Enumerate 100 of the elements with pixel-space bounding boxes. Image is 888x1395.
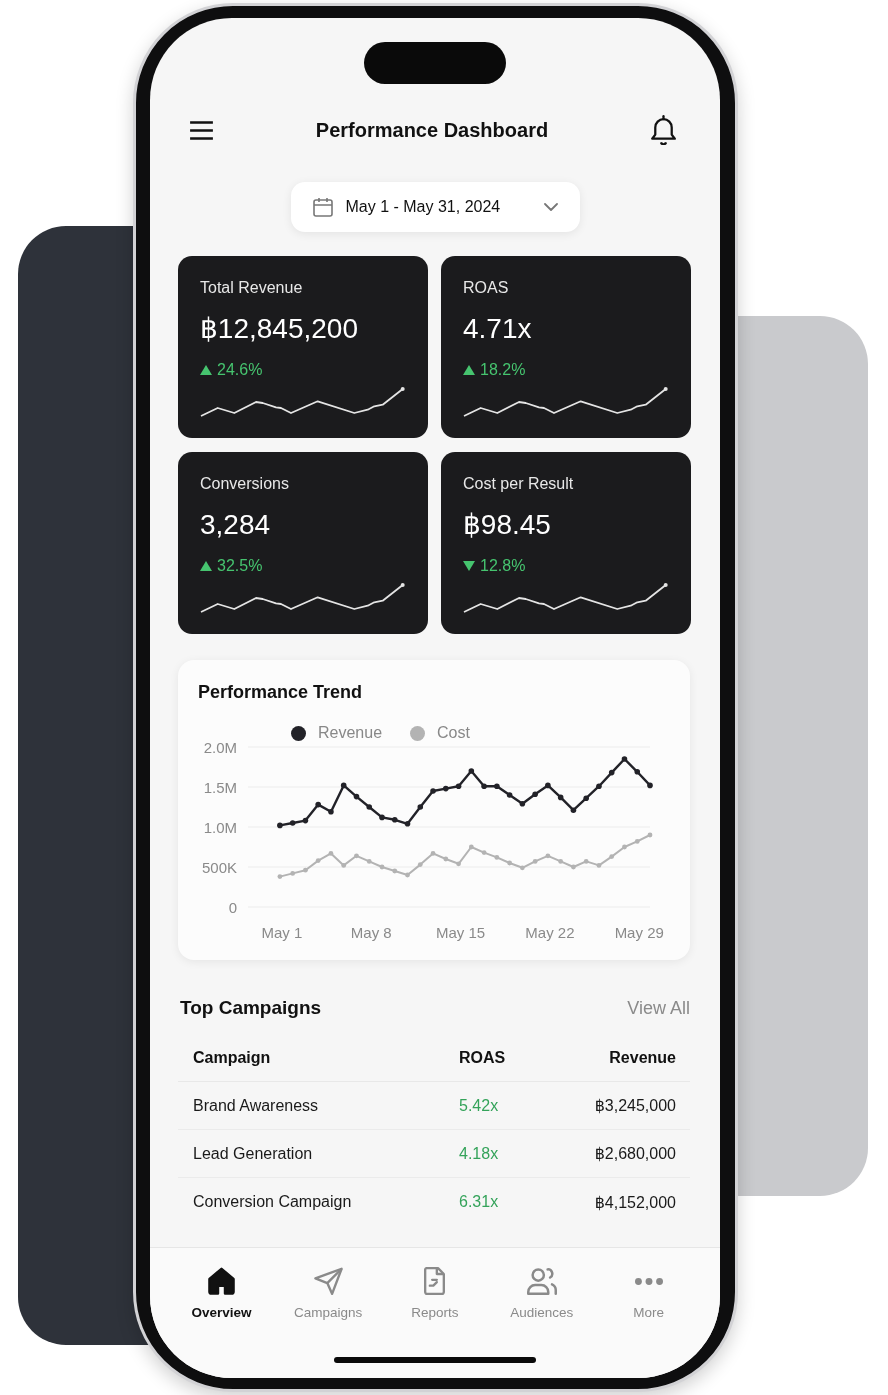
data-point (290, 871, 296, 876)
data-point (468, 768, 475, 774)
nav-tab[interactable]: Campaigns (274, 1248, 382, 1321)
data-point (596, 863, 602, 868)
legend-label: Revenue (318, 724, 383, 742)
data-point (289, 820, 296, 826)
data-point (328, 851, 334, 856)
kpi-change: 12.8% (480, 556, 526, 576)
data-point (315, 858, 321, 863)
kpi-label: ROAS (463, 278, 509, 298)
data-point (328, 809, 334, 815)
kpi-change: 24.6% (217, 360, 263, 380)
kpi-value: ฿12,845,200 (200, 312, 358, 346)
data-point (621, 756, 628, 762)
data-point (392, 868, 398, 874)
column-header: Revenue (609, 1048, 676, 1067)
x-axis-label: May 8 (350, 924, 392, 941)
nav-tab[interactable]: Reports (381, 1248, 489, 1321)
data-point (622, 844, 627, 850)
data-point (583, 859, 589, 864)
chart-title: Performance Trend (198, 681, 363, 704)
data-point (558, 859, 564, 864)
home-icon (207, 1267, 235, 1295)
data-point (608, 769, 615, 776)
data-point (532, 859, 538, 864)
data-point (417, 862, 423, 867)
x-axis-label: May 1 (261, 924, 303, 941)
menu-icon[interactable] (190, 120, 213, 140)
y-axis-label: 1.0M (203, 818, 237, 836)
data-point (583, 795, 589, 801)
data-point (405, 872, 410, 878)
kpi-label: Total Revenue (200, 278, 303, 298)
calendar-icon (312, 197, 333, 217)
table-cell: ฿2,680,000 (594, 1144, 676, 1163)
data-point (647, 782, 653, 789)
x-axis-label: May 15 (435, 924, 486, 941)
kpi-label: Cost per Result (463, 474, 574, 494)
data-point (494, 855, 500, 860)
data-point (634, 769, 641, 775)
data-point (366, 859, 372, 864)
data-point (303, 867, 308, 873)
data-point (379, 864, 385, 870)
section-title: Top Campaigns (180, 997, 322, 1019)
nav-tab[interactable]: Audiences (488, 1248, 596, 1321)
data-point (520, 865, 525, 871)
data-point (455, 783, 462, 789)
data-point (545, 853, 551, 859)
data-point (430, 788, 436, 794)
page-title: Performance Dashboard (315, 118, 549, 142)
nav-tab[interactable]: Overview (168, 1248, 275, 1321)
data-point (647, 832, 653, 838)
data-point (354, 853, 359, 859)
table-cell: ฿3,245,000 (594, 1096, 676, 1115)
data-point (302, 817, 309, 824)
data-point (596, 783, 602, 789)
data-point (443, 856, 449, 862)
data-point (519, 801, 526, 807)
data-point (379, 814, 385, 821)
table-cell: Lead Generation (193, 1144, 313, 1163)
data-point (353, 793, 360, 800)
people-icon (526, 1267, 557, 1295)
data-point (277, 822, 283, 829)
data-point (456, 861, 461, 867)
data-point (391, 817, 398, 823)
column-header: Campaign (193, 1048, 271, 1067)
kpi-value: 4.71x (463, 312, 532, 346)
nav-tab[interactable]: More (595, 1248, 702, 1321)
data-point (532, 791, 538, 797)
data-point (468, 844, 474, 850)
x-axis-label: May 29 (614, 924, 664, 941)
data-point (570, 807, 577, 813)
data-point (609, 854, 615, 859)
data-point (430, 851, 436, 856)
data-point (481, 783, 487, 789)
kpi-change: 18.2% (480, 360, 526, 380)
view-all-link[interactable]: View All (627, 997, 690, 1019)
data-point (494, 783, 500, 789)
data-point (507, 860, 512, 866)
data-point (557, 794, 564, 801)
kpi-value: ฿98.45 (463, 508, 551, 542)
chevron-down-icon (543, 203, 558, 211)
x-axis-label: May 22 (525, 924, 575, 941)
data-point (506, 792, 513, 798)
kpi-change: 32.5% (217, 556, 263, 576)
table-cell: Brand Awareness (193, 1096, 319, 1115)
table-cell: 4.18x (459, 1144, 499, 1163)
data-point (443, 785, 449, 792)
paper-plane-icon (313, 1267, 343, 1295)
kpi-value: 3,284 (200, 508, 271, 542)
bell-icon[interactable] (651, 115, 676, 145)
data-point (417, 804, 424, 810)
data-point (277, 874, 283, 879)
data-point (340, 782, 347, 789)
date-range-picker[interactable]: May 1 - May 31, 2024 (290, 182, 580, 232)
data-point (571, 864, 576, 870)
table-cell: ฿4,152,000 (594, 1192, 676, 1212)
y-axis-label: 500K (201, 858, 237, 876)
data-point (404, 821, 411, 827)
data-point (481, 850, 487, 855)
document-icon (424, 1267, 446, 1295)
